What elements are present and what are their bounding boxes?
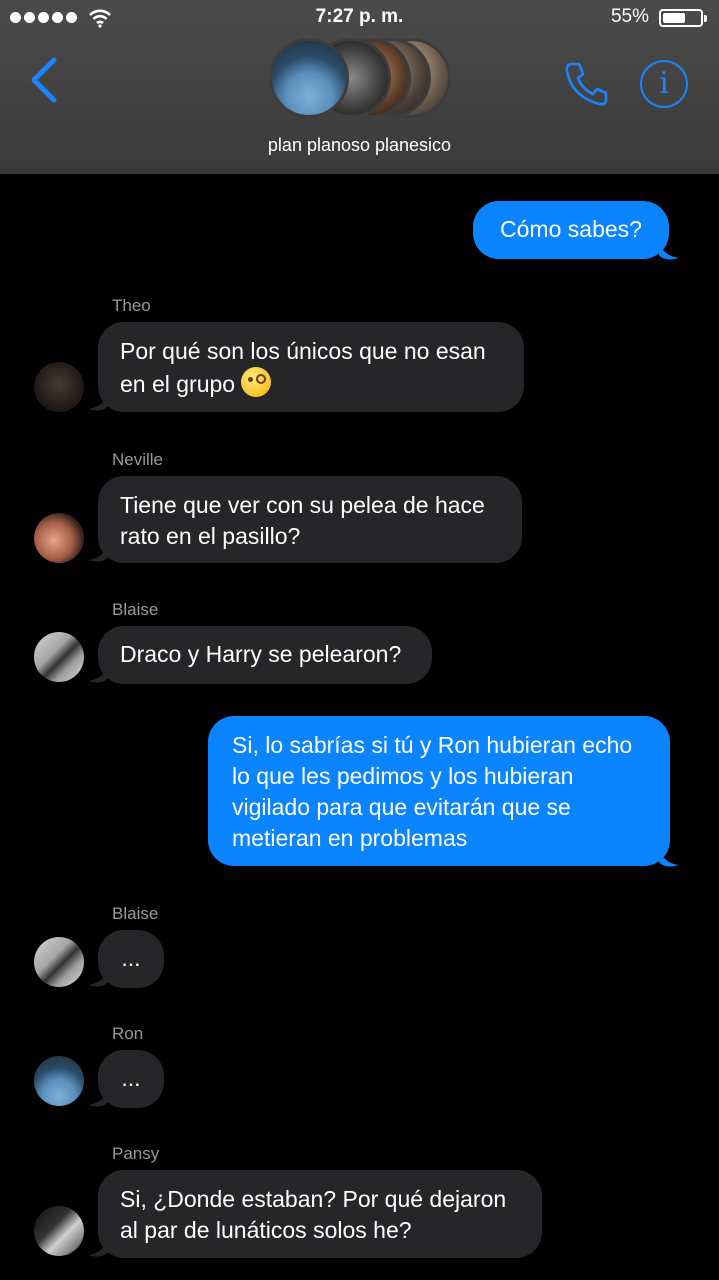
message-bubble-incoming[interactable]: Si, ¿Donde estaban? Por qué dejaron al p… [98, 1170, 542, 1258]
battery-icon [659, 9, 707, 27]
face-with-monocle-icon [241, 367, 272, 397]
sender-name: Blaise [112, 904, 159, 923]
status-bar: 7:27 p. m. 55% [0, 6, 719, 32]
avatar[interactable] [34, 1206, 84, 1256]
group-avatar-stack[interactable] [265, 34, 455, 124]
message-bubble-incoming[interactable]: Por qué son los únicos que no esan en el… [98, 322, 524, 412]
bubble-tail [88, 664, 108, 683]
chevron-left-icon[interactable] [26, 56, 62, 104]
sender-name: Ron [112, 1024, 144, 1043]
bubble-tail [88, 543, 108, 562]
bubble-tail [88, 968, 108, 987]
avatar[interactable] [34, 1056, 84, 1106]
battery-percentage: 55% [610, 6, 649, 27]
message-bubble-outgoing[interactable]: Cómo sabes? [473, 201, 669, 259]
info-icon[interactable]: i [640, 60, 688, 108]
bubble-tail [659, 241, 679, 260]
message-bubble-incoming[interactable]: Draco y Harry se pelearon? [98, 626, 432, 684]
message-bubble-outgoing[interactable]: Si, lo sabrías si tú y Ron hubieran echo… [208, 716, 670, 866]
avatar[interactable] [34, 513, 84, 563]
member-avatar [269, 38, 349, 118]
avatar[interactable] [34, 632, 84, 682]
message-text: Por qué son los únicos que no esan en el… [120, 338, 486, 397]
avatar[interactable] [34, 937, 84, 987]
bubble-tail [659, 848, 679, 867]
sender-name: Pansy [112, 1144, 160, 1163]
bubble-tail [88, 1088, 108, 1107]
sender-name: Neville [112, 450, 164, 469]
sender-name: Theo [112, 296, 151, 315]
sender-name: Blaise [112, 600, 159, 619]
phone-icon[interactable] [562, 58, 610, 108]
bubble-tail [88, 392, 108, 411]
group-name[interactable]: plan planoso planesico [0, 135, 719, 156]
message-bubble-incoming[interactable]: Tiene que ver con su pelea de hace rato … [98, 476, 522, 563]
bubble-tail [88, 1238, 108, 1257]
avatar[interactable] [34, 362, 84, 412]
conversation-header: 7:27 p. m. 55% plan planoso planesico i [0, 0, 719, 174]
